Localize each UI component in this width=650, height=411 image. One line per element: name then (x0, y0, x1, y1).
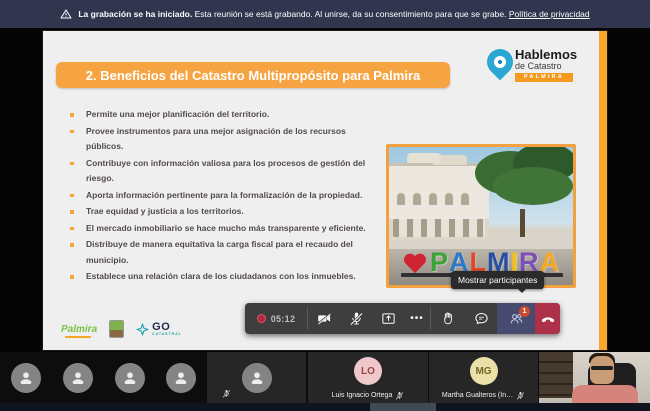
bottom-bar-segment (370, 403, 436, 411)
heart-icon (403, 254, 427, 276)
bullet-item: Distribuye de manera equitativa la carga… (69, 237, 381, 268)
show-participants-button[interactable]: 1 (497, 303, 535, 334)
bullet-item: Aporta información pertinente para la fo… (69, 188, 381, 204)
warning-icon (60, 9, 72, 19)
chat-icon (474, 313, 488, 324)
bookshelf (539, 352, 573, 398)
person-avatar-icon (241, 362, 272, 393)
bullet-item: Permite una mejor planificación del terr… (69, 107, 381, 123)
person-avatar-icon (62, 362, 93, 393)
participant-name: Martha Gualteros (In… (441, 392, 514, 399)
recording-indicator: 05:12 (245, 303, 307, 334)
participants-filmstrip: LO Luis Ignacio Ortega MG Martha Gualter… (0, 352, 650, 403)
benefits-bullet-list: Permite una mejor planificación del terr… (69, 107, 381, 286)
share-screen-button[interactable] (372, 303, 404, 334)
palmira-script-logo: Palmira (61, 323, 98, 338)
bullet-item: Contribuye con información valiosa para … (69, 156, 381, 187)
person-avatar-icon (166, 362, 196, 393)
person-head (590, 356, 614, 384)
mic-off-button[interactable] (340, 303, 372, 334)
participant-tile[interactable] (156, 352, 206, 403)
meeting-window: La grabación se ha iniciado. Esta reunió… (0, 0, 650, 411)
participants-tooltip: Mostrar participantes (451, 271, 545, 293)
participant-tile[interactable] (52, 352, 103, 403)
bullet-item: El mercado inmobiliario se hace mucho má… (69, 221, 381, 237)
logo-line2: de Catastro (515, 61, 562, 71)
go-star-icon (136, 323, 149, 335)
chat-button[interactable] (465, 303, 497, 334)
camera-off-button[interactable] (308, 303, 340, 334)
shared-screen-stage: 2. Beneficios del Catastro Multipropósit… (0, 28, 650, 352)
participants-count-badge: 1 (519, 306, 530, 317)
muted-mic-icon (516, 391, 525, 400)
participant-name: Luis Ignacio Ortega (331, 392, 393, 399)
logo-badge: PALMIRA (515, 73, 573, 82)
privacy-policy-link[interactable]: Política de privacidad (509, 9, 590, 19)
bullet-item: Trae equidad y justicia a los territorio… (69, 204, 381, 220)
meeting-timer: 05:12 (270, 313, 296, 324)
banner-bold-text: La grabación se ha iniciado. (78, 9, 193, 19)
slide-title: 2. Beneficios del Catastro Multipropósit… (56, 62, 450, 88)
bottom-bar (0, 403, 650, 411)
mic-off-icon (349, 312, 363, 325)
meeting-toolbar: 05:12 ••• 1 (245, 303, 560, 334)
recording-banner: La grabación se ha iniciado. Esta reunió… (0, 0, 650, 28)
avatar-initials: MG (469, 357, 498, 385)
person-body (572, 385, 638, 403)
person-glasses (591, 366, 613, 370)
location-pin-icon (481, 43, 519, 81)
muted-mic-icon (396, 391, 404, 400)
palmira-plaza-photo: P A L M I R A (386, 144, 576, 288)
participant-tile-luis[interactable]: LO Luis Ignacio Ortega (308, 352, 428, 403)
hablemos-catastro-logo: Hablemos de Catastro PALMIRA (481, 43, 603, 95)
go-catastral-logo: GO CATASTRAL (136, 321, 182, 337)
recording-dot-icon (256, 314, 266, 323)
more-options-button[interactable]: ••• (404, 303, 430, 334)
bullet-item: Establece una relación clara de los ciud… (69, 269, 381, 285)
participant-tile-martha[interactable]: MG Martha Gualteros (In… (429, 352, 538, 403)
participant-tile[interactable] (207, 352, 306, 403)
hang-up-icon (541, 316, 554, 322)
participant-tile[interactable] (104, 352, 155, 403)
person-avatar-icon (10, 362, 41, 393)
participant-tile[interactable] (0, 352, 51, 403)
logo-line1: Hablemos (515, 47, 578, 62)
participant-video-tile[interactable] (539, 352, 650, 403)
avatar-initials: LO (354, 357, 382, 385)
raise-hand-icon (443, 312, 452, 325)
slide-footer-logos: Palmira GO CATASTRAL (61, 315, 182, 343)
raise-hand-button[interactable] (431, 303, 465, 334)
share-screen-icon (381, 313, 395, 324)
person-avatar-icon (114, 362, 145, 393)
muted-mic-icon (222, 389, 231, 398)
banner-text: Esta reunión se está grabando. Al unirse… (194, 9, 507, 19)
bullet-item: Provee instrumentos para una mejor asign… (69, 124, 381, 155)
hang-up-button[interactable] (535, 303, 560, 334)
camera-off-icon (317, 312, 331, 325)
alcaldia-de-palmira-logo (109, 320, 125, 338)
tree (467, 147, 573, 211)
